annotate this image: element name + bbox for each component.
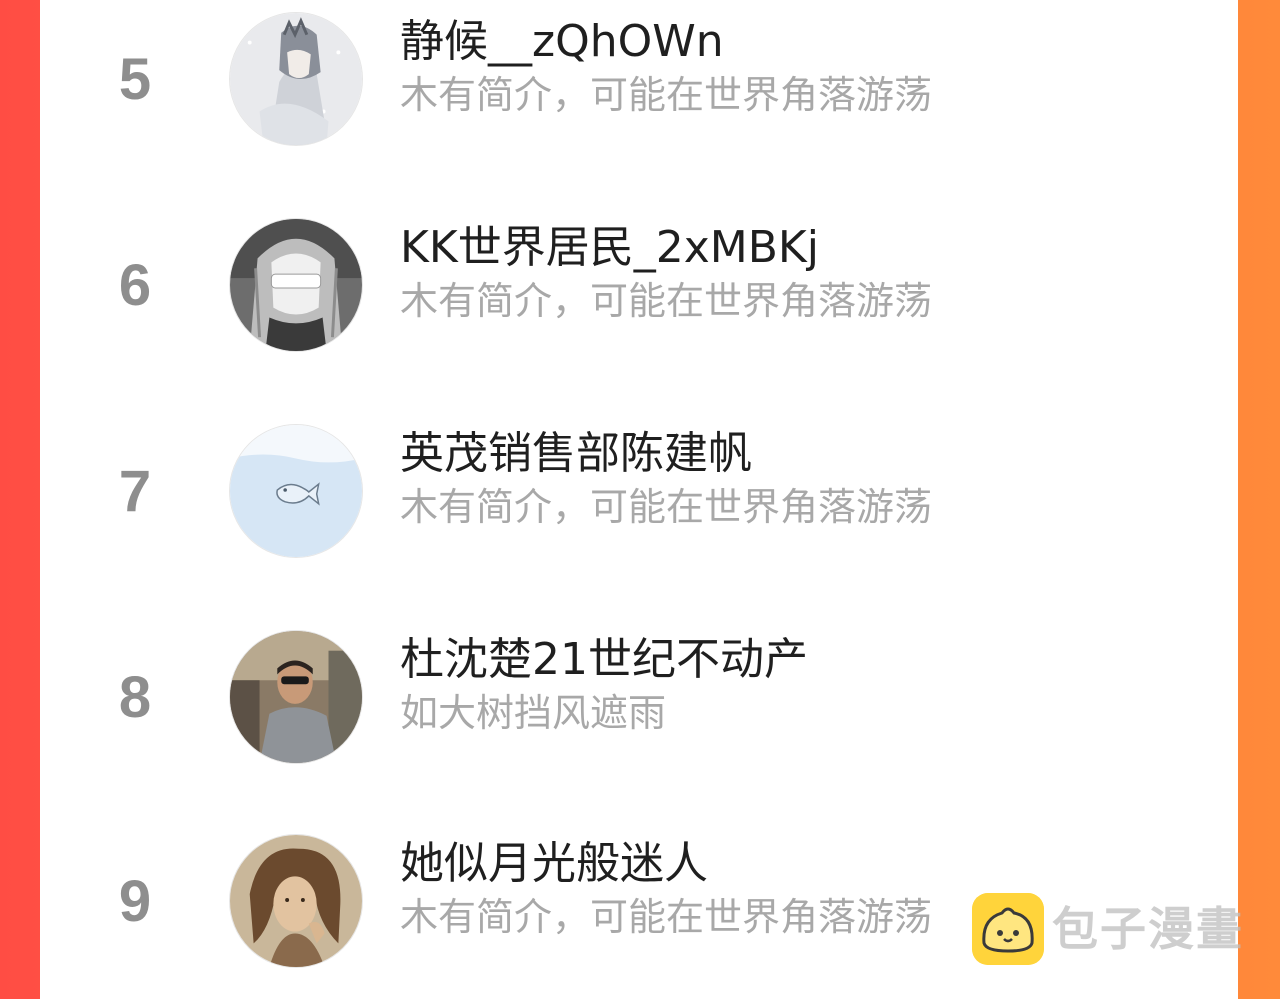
user-bio: 木有简介，可能在世界角落游荡 (400, 279, 933, 323)
anime-blindfolded-girl-avatar[interactable] (229, 218, 363, 352)
rank-number: 9 (118, 869, 152, 934)
user-bio: 木有简介，可能在世界角落游荡 (400, 485, 933, 529)
rank-number: 7 (118, 459, 152, 524)
user-bio: 木有简介，可能在世界角落游荡 (400, 73, 933, 117)
list-item[interactable]: 8 杜沈楚21世纪不动产 如大树挡风遮雨 (40, 630, 1238, 835)
list-item[interactable]: 5 静候__zQhOWn 木有简介，可能在世界角落游荡 (40, 12, 1238, 217)
user-name[interactable]: 静候__zQhOWn (400, 16, 724, 68)
anime-hooded-figure-avatar[interactable] (229, 12, 363, 146)
list-item[interactable]: 6 KK世界居民_2xMBKj 木有简介，可能在世界角落游荡 (40, 218, 1238, 423)
ranking-list-card: 5 静候__zQhOWn 木有简介，可能在世界角落游荡 6 KK世界居民_2xM… (40, 0, 1238, 999)
user-name[interactable]: KK世界居民_2xMBKj (400, 222, 819, 274)
watermark: 包子漫畫 (972, 893, 1244, 965)
user-bio: 木有简介，可能在世界角落游荡 (400, 895, 933, 939)
man-sunglasses-photo-avatar[interactable] (229, 630, 363, 764)
list-item[interactable]: 7 英茂销售部陈建帆 木有简介，可能在世界角落游荡 (40, 424, 1238, 629)
user-bio: 如大树挡风遮雨 (400, 691, 667, 735)
user-name[interactable]: 她似月光般迷人 (400, 838, 708, 890)
watermark-text: 包子漫畫 (1052, 902, 1244, 956)
rank-number: 5 (118, 47, 152, 112)
user-name[interactable]: 杜沈楚21世纪不动产 (400, 634, 808, 686)
user-name[interactable]: 英茂销售部陈建帆 (400, 428, 752, 480)
bun-mascot-logo-icon (972, 893, 1044, 965)
rank-number: 6 (118, 253, 152, 318)
woman-vintage-photo-avatar[interactable] (229, 834, 363, 968)
rank-number: 8 (118, 665, 152, 730)
fish-in-water-avatar[interactable] (229, 424, 363, 558)
